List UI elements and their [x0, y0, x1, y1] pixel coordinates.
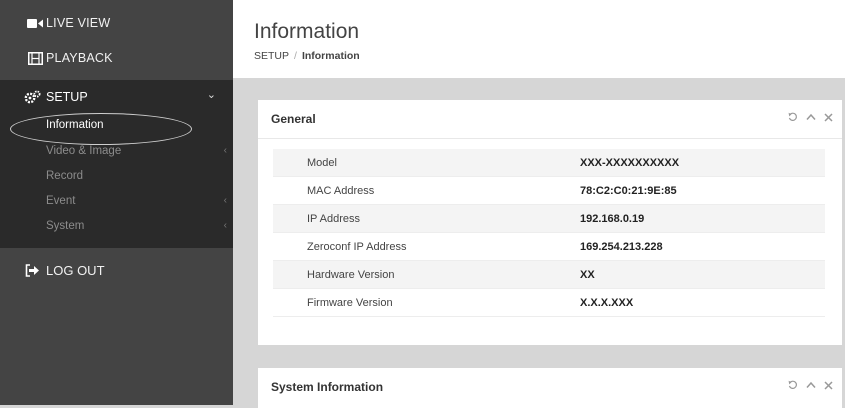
table-row: MAC Address 78:C2:C0:21:9E:85 [273, 176, 825, 205]
sign-out-icon [25, 264, 40, 282]
panel-tools [787, 379, 834, 391]
chevron-down-icon: ⌄ [206, 89, 216, 101]
table-row: Firmware Version X.X.X.XXX [273, 288, 825, 317]
panel-title: System Information [271, 380, 384, 394]
nav-logout-label: LOG OUT [46, 263, 105, 278]
info-value: X.X.X.XXX [553, 288, 825, 317]
panel-header: General [258, 100, 842, 139]
sidebar: LIVE VIEW PLAYBACK SETUP ⌄ Information V… [0, 0, 233, 405]
refresh-icon[interactable] [787, 111, 798, 123]
gears-icon [24, 90, 41, 109]
main-content: Information SETUP / Information General Mo [233, 0, 845, 408]
breadcrumb-root[interactable]: SETUP [254, 50, 289, 62]
sidebar-item-record[interactable]: Record [0, 165, 233, 190]
info-value: 192.168.0.19 [553, 204, 825, 233]
table-row: Hardware Version XX [273, 260, 825, 289]
nav-playback-label: PLAYBACK [46, 51, 113, 65]
sidebar-item-label: Video & Image [46, 145, 122, 157]
refresh-icon[interactable] [787, 379, 798, 391]
general-info-table: Model XXX-XXXXXXXXXX MAC Address 78:C2:C… [273, 149, 825, 317]
sidebar-item-label: Event [46, 195, 76, 207]
page-title: Information [254, 20, 360, 43]
info-key: Model [273, 149, 553, 177]
table-row: Zeroconf IP Address 169.254.213.228 [273, 232, 825, 261]
panel-header: System Information [258, 368, 842, 406]
nav-logout[interactable]: LOG OUT [0, 253, 233, 289]
nav-playback[interactable]: PLAYBACK [0, 39, 233, 77]
chevron-up-icon[interactable] [805, 379, 816, 391]
info-value: 169.254.213.228 [553, 232, 825, 261]
panel-title: General [271, 112, 316, 126]
breadcrumb-separator: / [294, 50, 297, 62]
setup-section: SETUP ⌄ Information Video & Image ‹ Reco… [0, 80, 233, 248]
info-key: Firmware Version [273, 288, 553, 317]
sidebar-item-label: System [46, 220, 85, 232]
film-icon [27, 51, 43, 65]
chevron-left-icon: ‹ [223, 195, 227, 206]
info-value: XXX-XXXXXXXXXX [553, 149, 825, 177]
info-key: Hardware Version [273, 260, 553, 289]
sidebar-item-system[interactable]: System ‹ [0, 215, 233, 240]
breadcrumb: SETUP / Information [254, 50, 360, 62]
nav-setup[interactable]: SETUP ⌄ [0, 80, 233, 114]
info-key: MAC Address [273, 176, 553, 205]
info-key: IP Address [273, 204, 553, 233]
nav-live-view[interactable]: LIVE VIEW [0, 4, 233, 42]
sidebar-item-label: Information [46, 119, 104, 131]
system-information-panel: System Information [258, 368, 842, 408]
nav-setup-label: SETUP [46, 90, 88, 104]
info-value: XX [553, 260, 825, 289]
sidebar-item-information[interactable]: Information [0, 114, 233, 139]
page-header: Information SETUP / Information [233, 0, 845, 78]
close-icon[interactable] [823, 111, 834, 123]
info-key: Zeroconf IP Address [273, 232, 553, 261]
info-value: 78:C2:C0:21:9E:85 [553, 176, 825, 205]
panel-tools [787, 111, 834, 123]
chevron-up-icon[interactable] [805, 111, 816, 123]
sidebar-item-label: Record [46, 170, 84, 182]
general-panel: General Model XXX-XXXXXXXXXX MAC Address [258, 100, 842, 345]
table-row: Model XXX-XXXXXXXXXX [273, 149, 825, 177]
table-row: IP Address 192.168.0.19 [273, 204, 825, 233]
close-icon[interactable] [823, 379, 834, 391]
nav-live-view-label: LIVE VIEW [46, 16, 111, 30]
sidebar-item-event[interactable]: Event ‹ [0, 190, 233, 215]
breadcrumb-current: Information [301, 50, 360, 62]
chevron-left-icon: ‹ [223, 220, 227, 231]
sidebar-item-video-image[interactable]: Video & Image ‹ [0, 140, 233, 165]
video-camera-icon [27, 16, 43, 30]
chevron-left-icon: ‹ [223, 145, 227, 156]
